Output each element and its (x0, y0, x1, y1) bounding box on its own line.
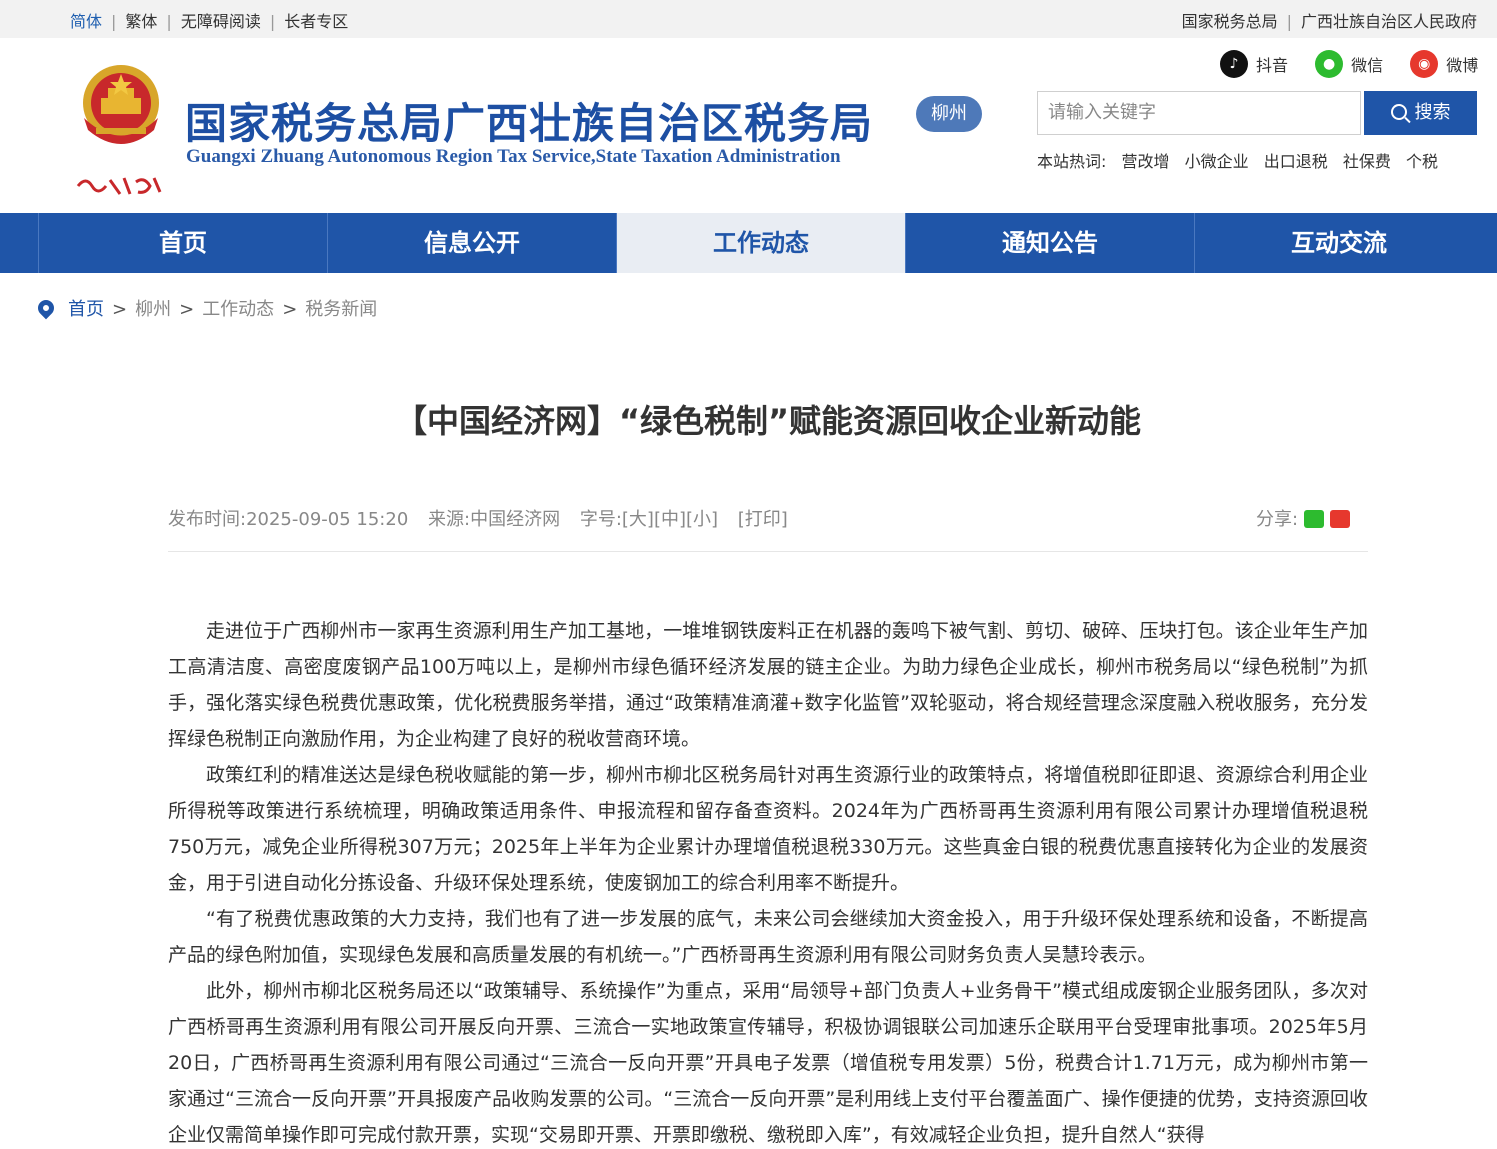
breadcrumb-news[interactable]: 税务新闻 (305, 299, 377, 320)
weibo-share-icon[interactable] (1330, 510, 1351, 528)
wechat-label: 微信 (1351, 56, 1384, 75)
elderly-zone-link[interactable]: 长者专区 (284, 12, 348, 31)
hot-word-link[interactable]: 小微企业 (1185, 152, 1249, 171)
accessible-reading-link[interactable]: 无障碍阅读 (181, 12, 261, 31)
hot-word-link[interactable]: 营改增 (1122, 152, 1170, 171)
breadcrumb-sep: > (112, 299, 128, 320)
article-paragraph: “有了税费优惠政策的大力支持，我们也有了进一步发展的底气，未来公司会继续加大资金… (168, 908, 1368, 966)
publish-label: 发布时间: (168, 509, 247, 530)
weibo-label: 微博 (1446, 56, 1479, 75)
search-input[interactable]: 请输入关键字 (1037, 91, 1361, 135)
article-meta: 发布时间:2025-09-05 15:20 来源:中国经济网 字号:[大][中]… (168, 505, 788, 531)
share-bar: 分享: (1256, 505, 1351, 531)
article-paragraph: 政策红利的精准送达是绿色税收赋能的第一步，柳州市柳北区税务局针对再生资源行业的政… (168, 764, 1368, 894)
hot-words-label: 本站热词: (1037, 152, 1107, 171)
top-right-links: 国家税务总局 | 广西壮族自治区人民政府 (1182, 8, 1477, 32)
publish-time: 2025-09-05 15:20 (246, 509, 409, 530)
main-nav: 首页 信息公开 工作动态 通知公告 互动交流 (0, 213, 1497, 273)
separator: | (111, 12, 117, 31)
hot-word-link[interactable]: 社保费 (1343, 152, 1391, 171)
separator: | (166, 12, 172, 31)
font-size-options[interactable]: [大][中][小] (622, 509, 718, 530)
nav-item-home[interactable]: 首页 (38, 213, 327, 273)
lang-traditional-link[interactable]: 繁体 (125, 12, 157, 31)
nav-item-info[interactable]: 信息公开 (327, 213, 616, 273)
douyin-icon: ♪ (1220, 50, 1248, 78)
separator: | (269, 12, 276, 31)
article-title: 【中国经济网】“绿色税制”赋能资源回收企业新动能 (394, 402, 1142, 440)
lang-simplified-link[interactable]: 简体 (70, 12, 102, 31)
wechat-share-icon[interactable] (1304, 510, 1325, 528)
site-title: 国家税务总局广西壮族自治区税务局 (185, 99, 874, 148)
gov-link[interactable]: 广西壮族自治区人民政府 (1301, 12, 1477, 31)
search-button-label: 搜索 (1414, 102, 1451, 123)
font-size-label: 字号: (579, 509, 622, 530)
source-value: 中国经济网 (470, 509, 561, 530)
hot-words: 本站热词: 营改增 小微企业 出口退税 社保费 个税 (1037, 148, 1438, 172)
nav-item-interact[interactable]: 互动交流 (1194, 213, 1483, 273)
search-icon (1390, 104, 1407, 120)
source-label: 来源: (428, 509, 471, 530)
nav-item-work[interactable]: 工作动态 (616, 213, 905, 273)
nav-item-notice[interactable]: 通知公告 (905, 213, 1194, 273)
breadcrumb-sep: > (282, 299, 298, 320)
tax-emblem-logo[interactable] (66, 58, 176, 208)
site-header: 国家税务总局广西壮族自治区税务局 Guangxi Zhuang Autonomo… (0, 38, 1497, 213)
location-pin-icon (34, 296, 58, 320)
separator: | (1286, 12, 1292, 31)
breadcrumb-work[interactable]: 工作动态 (202, 299, 274, 320)
share-label: 分享: (1256, 509, 1299, 530)
top-utility-bar: 简体 | 繁体 | 无障碍阅读 | 长者专区 国家税务总局 | 广西壮族自治区人民政府 (0, 0, 1497, 38)
wechat-link[interactable]: ● 微信 (1315, 50, 1383, 78)
city-badge: 柳州 (916, 96, 982, 132)
breadcrumb-home[interactable]: 首页 (68, 299, 104, 320)
site-subtitle-en: Guangxi Zhuang Autonomous Region Tax Ser… (186, 146, 841, 167)
weibo-link[interactable]: ◉ 微博 (1410, 50, 1478, 78)
douyin-link[interactable]: ♪ 抖音 (1220, 50, 1288, 78)
douyin-label: 抖音 (1256, 56, 1289, 75)
sat-link[interactable]: 国家税务总局 (1182, 12, 1278, 31)
wechat-icon: ● (1315, 50, 1344, 78)
print-link[interactable]: [打印] (738, 509, 788, 530)
meta-divider (168, 551, 1368, 552)
article-content: 走进位于广西柳州市一家再生资源利用生产加工基地，一堆堆钢铁废料正在机器的轰鸣下被… (168, 613, 1368, 1149)
breadcrumb-sep: > (179, 299, 195, 320)
article-paragraph: 此外，柳州市柳北区税务局还以“政策辅导、系统操作”为重点，采用“局领导+部门负责… (168, 980, 1368, 1146)
search-button[interactable]: 搜索 (1364, 91, 1477, 135)
social-links: ♪ 抖音 ● 微信 ◉ 微博 (1220, 50, 1497, 82)
breadcrumb: 首页 > 柳州 > 工作动态 > 税务新闻 (34, 295, 377, 321)
hot-word-link[interactable]: 个税 (1406, 152, 1438, 171)
hot-word-link[interactable]: 出口退税 (1264, 152, 1328, 171)
top-left-links: 简体 | 繁体 | 无障碍阅读 | 长者专区 (70, 8, 348, 32)
breadcrumb-city[interactable]: 柳州 (135, 299, 171, 320)
article-paragraph: 走进位于广西柳州市一家再生资源利用生产加工基地，一堆堆钢铁废料正在机器的轰鸣下被… (168, 620, 1368, 750)
weibo-icon: ◉ (1410, 50, 1439, 78)
